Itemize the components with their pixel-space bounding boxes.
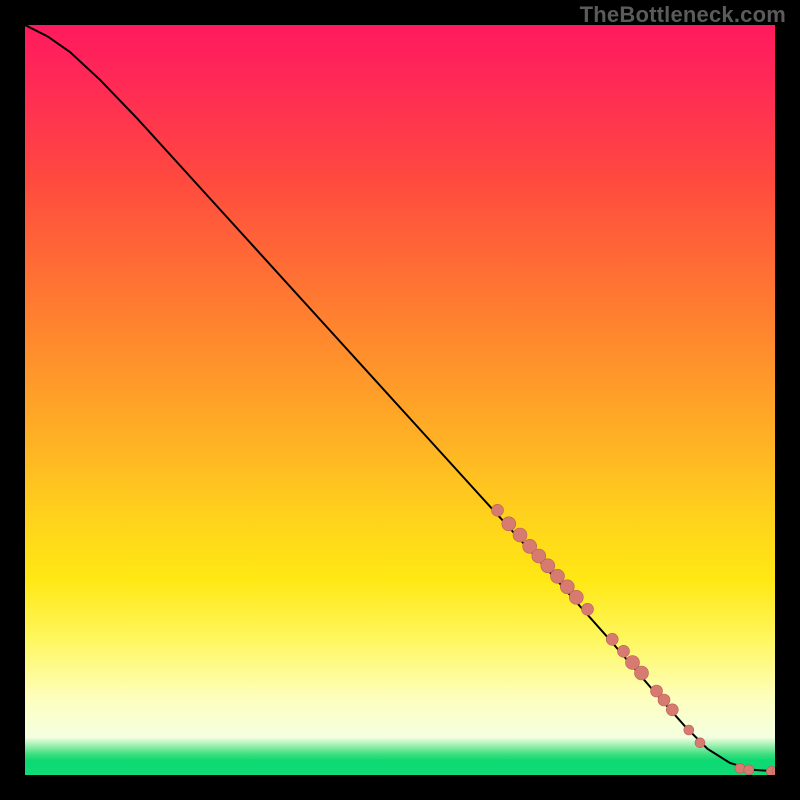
plot-area	[25, 25, 775, 775]
gradient-background	[25, 25, 775, 775]
chart-frame: TheBottleneck.com	[0, 0, 800, 800]
